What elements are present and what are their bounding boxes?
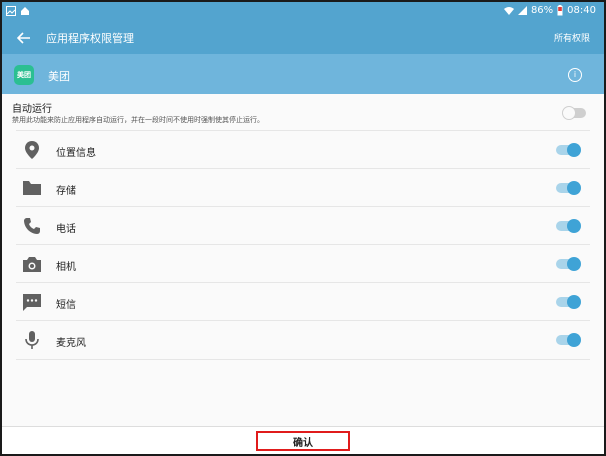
storage-toggle[interactable]: [556, 181, 581, 195]
battery-percent: 86%: [530, 5, 554, 16]
status-bar: 86% 08:40: [2, 2, 604, 22]
permission-label: 短信: [56, 300, 76, 311]
permission-label: 存储: [56, 186, 76, 197]
microphone-toggle[interactable]: [556, 333, 581, 347]
screen: 86% 08:40 应用程序权限管理 所有权限 美团 美团 i 自动运行 禁用此…: [2, 2, 604, 454]
status-right: 86% 08:40: [503, 5, 596, 16]
permission-row-storage[interactable]: 存储: [16, 168, 590, 207]
auto-run-title: 自动运行: [12, 104, 52, 115]
signal-icon: [517, 6, 527, 15]
sms-toggle[interactable]: [556, 295, 581, 309]
app-bar: 应用程序权限管理 所有权限: [2, 22, 604, 54]
info-icon[interactable]: i: [568, 68, 582, 82]
toggle-thumb: [567, 143, 581, 157]
meituan-app-icon: 美团: [14, 65, 34, 85]
phone-toggle[interactable]: [556, 219, 581, 233]
permission-row-microphone[interactable]: 麦克风: [16, 320, 590, 360]
app-header: 美团 美团 i: [2, 54, 604, 94]
permission-label: 电话: [56, 224, 76, 235]
gallery-notification-icon: [6, 6, 16, 16]
sms-icon: [22, 292, 42, 312]
permission-row-location[interactable]: 位置信息: [16, 130, 590, 169]
toggle-thumb: [567, 219, 581, 233]
notification-icons: [6, 6, 30, 16]
permission-row-phone[interactable]: 电话: [16, 206, 590, 245]
camera-icon: [22, 254, 42, 274]
wifi-icon: [503, 7, 514, 15]
home-notification-icon: [21, 7, 29, 15]
folder-icon: [22, 178, 42, 198]
phone-icon: [22, 216, 42, 236]
toggle-thumb: [567, 333, 581, 347]
permission-label: 麦克风: [56, 338, 86, 349]
footer-bar: 确认: [2, 426, 604, 454]
battery-icon: [557, 5, 563, 16]
all-permissions-button[interactable]: 所有权限: [554, 31, 590, 44]
permission-label: 位置信息: [56, 148, 96, 159]
confirm-button[interactable]: 确认: [256, 431, 350, 451]
location-toggle[interactable]: [556, 143, 581, 157]
back-arrow-icon[interactable]: [14, 28, 34, 48]
microphone-icon: [22, 330, 42, 350]
app-name: 美团: [48, 70, 70, 83]
auto-run-toggle[interactable]: [562, 106, 586, 120]
location-icon: [22, 140, 42, 160]
permission-row-sms[interactable]: 短信: [16, 282, 590, 321]
clock: 08:40: [567, 5, 596, 16]
page-title: 应用程序权限管理: [46, 32, 134, 45]
toggle-thumb: [567, 181, 581, 195]
toggle-thumb: [567, 257, 581, 271]
auto-run-setting: 自动运行 禁用此功能来防止应用程序自动运行，并在一段时间不使用时强制使其停止运行…: [2, 94, 604, 130]
camera-toggle[interactable]: [556, 257, 581, 271]
permission-row-camera[interactable]: 相机: [16, 244, 590, 283]
permission-label: 相机: [56, 262, 76, 273]
toggle-thumb: [567, 295, 581, 309]
auto-run-description: 禁用此功能来防止应用程序自动运行，并在一段时间不使用时强制使其停止运行。: [12, 116, 264, 124]
toggle-thumb: [562, 106, 576, 120]
